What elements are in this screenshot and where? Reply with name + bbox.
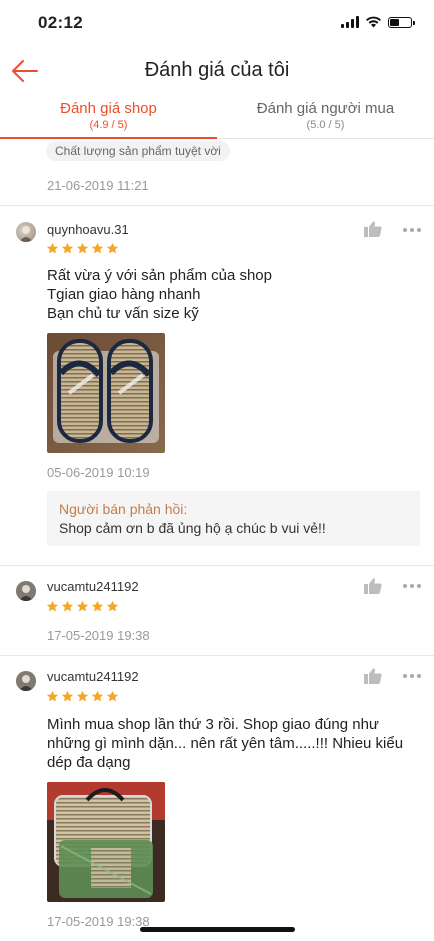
status-bar: 02:12 (0, 0, 434, 46)
divider (0, 205, 434, 206)
cellular-signal-icon (341, 16, 359, 28)
status-icons (341, 16, 415, 28)
wifi-icon (366, 16, 381, 28)
review-photo-sandals[interactable] (47, 333, 165, 453)
review-photo-sandals-bag[interactable] (47, 782, 165, 902)
star-icon (76, 242, 89, 254)
star-icon (46, 600, 59, 612)
review-date: 05-06-2019 10:19 (47, 465, 150, 480)
star-rating (46, 242, 119, 255)
avatar[interactable] (16, 581, 36, 601)
home-indicator (140, 927, 295, 932)
divider (0, 655, 434, 656)
seller-reply: Người bán phản hồi: Shop cảm ơn b đã ủng… (47, 491, 420, 546)
star-rating (46, 690, 119, 703)
avatar[interactable] (16, 222, 36, 242)
reviewer-username: quynhoavu.31 (47, 222, 129, 237)
more-options-icon[interactable] (403, 227, 423, 233)
star-icon (61, 242, 74, 254)
tab-bar: Đánh giá shop (4.9 / 5) Đánh giá người m… (0, 96, 434, 139)
active-tab-indicator (0, 137, 217, 139)
star-icon (76, 600, 89, 612)
review-date: 21-06-2019 11:21 (47, 178, 149, 193)
tab-rating: (4.9 / 5) (89, 119, 128, 131)
star-icon (46, 242, 59, 254)
star-icon (91, 600, 104, 612)
reviewer-username: vucamtu241192 (47, 579, 139, 594)
seller-reply-text: Shop cảm ơn b đã ủng hộ ạ chúc b vui vẻ!… (59, 520, 326, 536)
thumbs-up-icon[interactable] (364, 578, 382, 594)
star-icon (46, 690, 59, 702)
review-text: Rất vừa ý với sản phẩm của shop Tgian gi… (47, 267, 272, 322)
star-icon (61, 600, 74, 612)
more-options-icon[interactable] (403, 673, 423, 679)
star-icon (106, 690, 119, 702)
star-rating (46, 600, 119, 613)
review-tag: Chất lượng sản phẩm tuyệt vời (46, 141, 230, 161)
tab-shop-reviews[interactable]: Đánh giá shop (4.9 / 5) (0, 96, 217, 138)
star-icon (106, 600, 119, 612)
star-icon (61, 690, 74, 702)
reviewer-username: vucamtu241192 (47, 669, 139, 684)
divider (0, 565, 434, 566)
star-icon (76, 690, 89, 702)
battery-icon (388, 16, 415, 28)
status-time: 02:12 (38, 13, 83, 32)
tab-buyer-reviews[interactable]: Đánh giá người mua (5.0 / 5) (217, 96, 434, 138)
thumbs-up-icon[interactable] (364, 668, 382, 684)
review-text: Mình mua shop lần thứ 3 rồi. Shop giao đ… (47, 716, 404, 771)
thumbs-up-icon[interactable] (364, 221, 382, 237)
seller-reply-label: Người bán phản hồi: (59, 501, 188, 517)
more-options-icon[interactable] (403, 583, 423, 589)
header: Đánh giá của tôi (0, 46, 434, 96)
tab-label: Đánh giá người mua (256, 100, 395, 117)
tab-rating: (5.0 / 5) (306, 119, 345, 131)
review-date: 17-05-2019 19:38 (47, 914, 150, 929)
review-date: 17-05-2019 19:38 (47, 628, 150, 643)
star-icon (91, 242, 104, 254)
avatar[interactable] (16, 671, 36, 691)
tab-label: Đánh giá shop (60, 100, 157, 117)
page-title: Đánh giá của tôi (144, 59, 290, 81)
star-icon (106, 242, 119, 254)
star-icon (91, 690, 104, 702)
